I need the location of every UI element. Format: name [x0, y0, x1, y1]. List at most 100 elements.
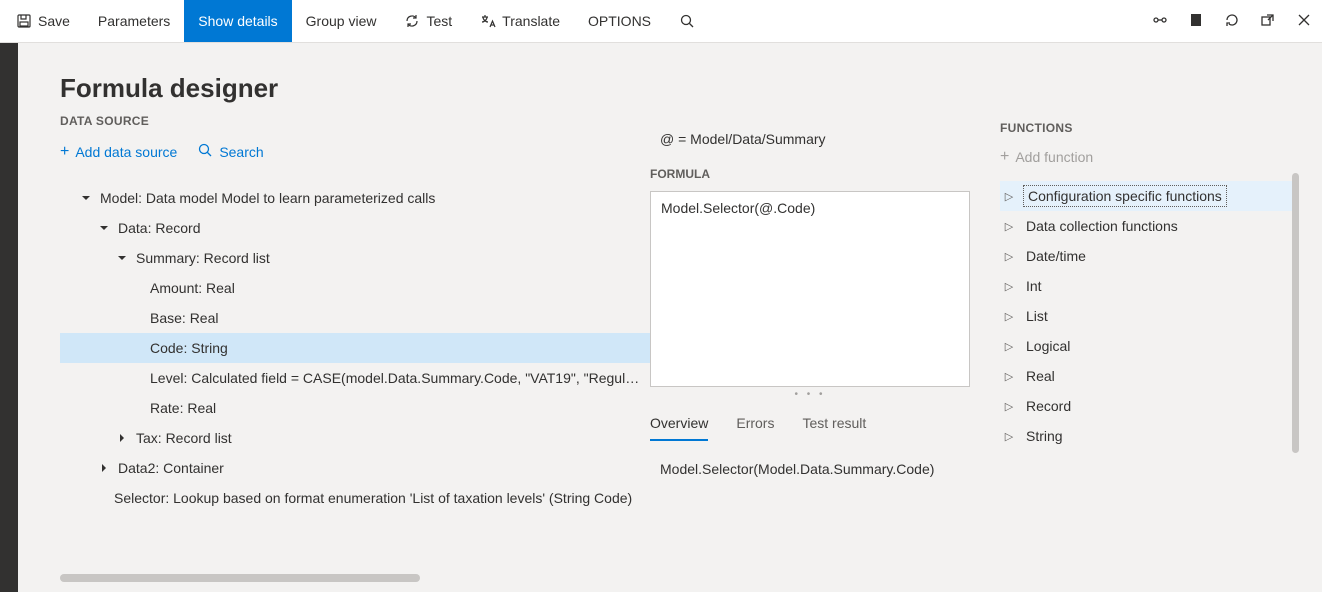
function-label: Date/time	[1026, 248, 1086, 264]
caret-right-icon[interactable]: ▷	[1000, 220, 1018, 233]
function-label: Real	[1026, 368, 1055, 384]
test-button[interactable]: Test	[390, 0, 466, 42]
caret-right-icon[interactable]: ▷	[1000, 190, 1018, 203]
data-source-tree: Model: Data model Model to learn paramet…	[60, 183, 650, 513]
translate-button[interactable]: Translate	[466, 0, 574, 42]
functions-panel: FUNCTIONS + Add function ▷ Configuration…	[970, 73, 1292, 582]
tab-overview[interactable]: Overview	[650, 409, 708, 441]
caret-right-icon[interactable]: ▷	[1000, 250, 1018, 263]
save-icon	[16, 13, 32, 29]
caret-right-icon[interactable]	[96, 460, 112, 476]
tree-label: Rate: Real	[150, 400, 216, 416]
close-icon-button[interactable]	[1286, 0, 1322, 42]
tree-label: Summary: Record list	[136, 250, 270, 266]
data-source-search-label: Search	[219, 144, 263, 160]
data-source-search-button[interactable]: Search	[197, 142, 263, 161]
popout-icon	[1260, 12, 1276, 31]
translate-label: Translate	[502, 13, 560, 29]
functions-heading: FUNCTIONS	[1000, 121, 1292, 135]
group-view-label: Group view	[306, 13, 377, 29]
tree-label: Data: Record	[118, 220, 200, 236]
tree-node-data2[interactable]: Data2: Container	[60, 453, 650, 483]
function-label: Data collection functions	[1026, 218, 1178, 234]
tree-label: Level: Calculated field = CASE(model.Dat…	[150, 370, 644, 386]
tree-node-summary[interactable]: Summary: Record list	[60, 243, 650, 273]
connector-icon	[1152, 12, 1168, 31]
caret-right-icon[interactable]: ▷	[1000, 400, 1018, 413]
tree-node-data[interactable]: Data: Record	[60, 213, 650, 243]
tree-node-rate[interactable]: Rate: Real	[60, 393, 650, 423]
function-label: Configuration specific functions	[1026, 188, 1224, 204]
formula-input[interactable]: Model.Selector(@.Code)	[650, 191, 970, 387]
caret-right-icon[interactable]: ▷	[1000, 280, 1018, 293]
tree-node-code[interactable]: Code: String	[60, 333, 650, 363]
add-data-source-label: Add data source	[75, 144, 177, 160]
function-category[interactable]: ▷ String	[1000, 421, 1292, 451]
caret-down-icon[interactable]	[114, 250, 130, 266]
close-icon	[1296, 12, 1312, 31]
data-source-heading: DATA SOURCE	[60, 114, 650, 128]
save-button[interactable]: Save	[2, 0, 84, 42]
function-category[interactable]: ▷ Record	[1000, 391, 1292, 421]
options-button[interactable]: OPTIONS	[574, 0, 665, 42]
parameters-button[interactable]: Parameters	[84, 0, 184, 42]
function-category[interactable]: ▷ Logical	[1000, 331, 1292, 361]
function-label: Record	[1026, 398, 1071, 414]
formula-tabs: Overview Errors Test result	[650, 409, 970, 441]
office-icon	[1188, 12, 1204, 31]
function-category[interactable]: ▷ Int	[1000, 271, 1292, 301]
data-source-panel: Formula designer DATA SOURCE + Add data …	[60, 73, 650, 582]
office-icon-button[interactable]	[1178, 0, 1214, 42]
show-details-button[interactable]: Show details	[184, 0, 291, 42]
toolbar: Save Parameters Show details Group view …	[0, 0, 1322, 43]
resize-handle[interactable]: • • •	[650, 389, 970, 403]
options-label: OPTIONS	[588, 13, 651, 29]
function-category[interactable]: ▷ Configuration specific functions	[1000, 181, 1292, 211]
caret-right-icon[interactable]: ▷	[1000, 310, 1018, 323]
page-title: Formula designer	[60, 73, 650, 104]
functions-list: ▷ Configuration specific functions ▷ Dat…	[1000, 181, 1292, 451]
tree-node-selector[interactable]: Selector: Lookup based on format enumera…	[60, 483, 650, 513]
caret-right-icon[interactable]: ▷	[1000, 370, 1018, 383]
caret-down-icon[interactable]	[96, 220, 112, 236]
caret-right-icon[interactable]: ▷	[1000, 340, 1018, 353]
function-category[interactable]: ▷ Date/time	[1000, 241, 1292, 271]
add-data-source-button[interactable]: + Add data source	[60, 144, 177, 160]
caret-right-icon[interactable]: ▷	[1000, 430, 1018, 443]
horizontal-scrollbar[interactable]	[60, 574, 420, 582]
save-label: Save	[38, 13, 70, 29]
tree-node-base[interactable]: Base: Real	[60, 303, 650, 333]
function-category[interactable]: ▷ Real	[1000, 361, 1292, 391]
tree-label: Base: Real	[150, 310, 218, 326]
function-label: Int	[1026, 278, 1042, 294]
tab-errors[interactable]: Errors	[736, 409, 774, 441]
vertical-scrollbar[interactable]	[1292, 173, 1299, 453]
caret-down-icon[interactable]	[78, 190, 94, 206]
connector-icon-button[interactable]	[1142, 0, 1178, 42]
add-function-button[interactable]: + Add function	[1000, 149, 1093, 165]
tree-label: Data2: Container	[118, 460, 224, 476]
plus-icon: +	[1000, 149, 1009, 165]
tab-test-result[interactable]: Test result	[802, 409, 866, 441]
add-function-label: Add function	[1015, 149, 1093, 165]
plus-icon: +	[60, 144, 69, 160]
tree-node-tax[interactable]: Tax: Record list	[60, 423, 650, 453]
group-view-button[interactable]: Group view	[292, 0, 391, 42]
popout-icon-button[interactable]	[1250, 0, 1286, 42]
tree-node-model[interactable]: Model: Data model Model to learn paramet…	[60, 183, 650, 213]
refresh-icon	[404, 13, 420, 29]
tree-node-level[interactable]: Level: Calculated field = CASE(model.Dat…	[60, 363, 650, 393]
refresh-icon	[1224, 12, 1240, 31]
show-details-label: Show details	[198, 13, 277, 29]
search-icon	[197, 142, 213, 161]
function-category[interactable]: ▷ Data collection functions	[1000, 211, 1292, 241]
function-label: Logical	[1026, 338, 1070, 354]
search-icon	[679, 13, 695, 29]
caret-right-icon[interactable]	[114, 430, 130, 446]
tree-node-amount[interactable]: Amount: Real	[60, 273, 650, 303]
refresh-icon-button[interactable]	[1214, 0, 1250, 42]
tree-label: Code: String	[150, 340, 228, 356]
toolbar-search-button[interactable]	[665, 0, 709, 42]
function-label: List	[1026, 308, 1048, 324]
function-category[interactable]: ▷ List	[1000, 301, 1292, 331]
